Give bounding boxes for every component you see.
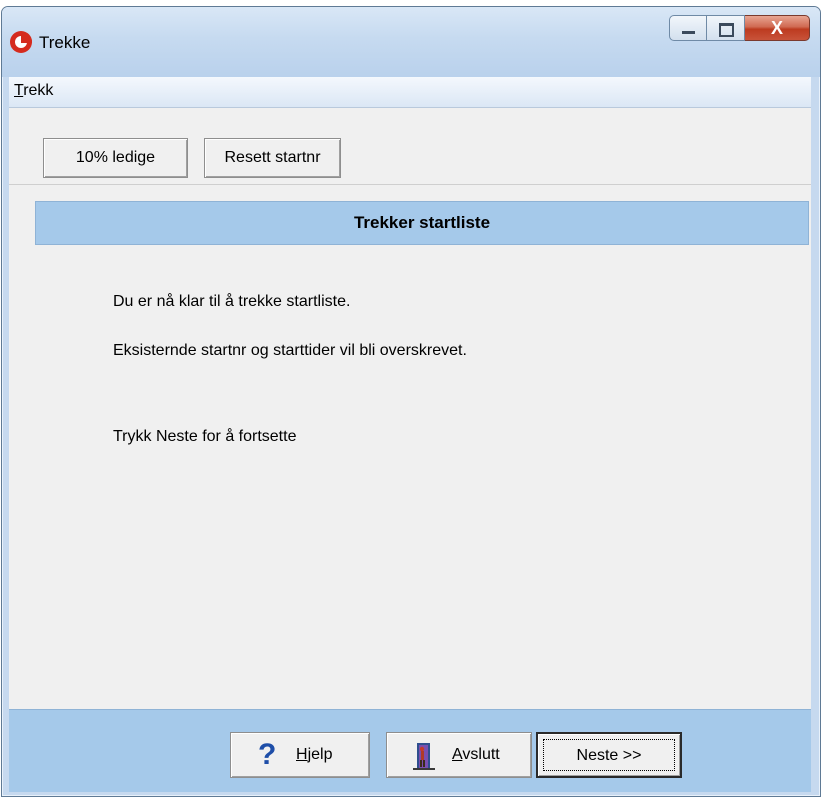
- continue-instruction: Trykk Neste for å fortsette: [113, 428, 297, 445]
- app-logo-icon: [10, 31, 32, 53]
- menu-trekk-accel: T: [14, 82, 24, 99]
- exit-button[interactable]: Avslutt: [386, 732, 532, 778]
- menu-trekk-label: rekk: [23, 82, 54, 99]
- maximize-button[interactable]: [707, 15, 745, 41]
- minimize-button[interactable]: [669, 15, 707, 41]
- toolbar: 10% ledige Resett startnr: [9, 108, 811, 185]
- help-button[interactable]: ? Hjelp: [230, 732, 370, 778]
- exit-door-icon: [413, 743, 435, 770]
- title-bar[interactable]: Trekke X: [2, 7, 820, 77]
- help-question-icon: ?: [258, 738, 277, 771]
- ten-percent-free-button[interactable]: 10% ledige: [43, 138, 188, 178]
- menu-trekk[interactable]: Trekk: [14, 82, 53, 100]
- exit-button-label: Avslutt: [452, 746, 500, 763]
- next-button-label: Neste >>: [576, 747, 642, 764]
- close-icon: X: [770, 18, 783, 38]
- wizard-panel: Trekker startliste Du er nå klar til å t…: [9, 185, 811, 709]
- close-button[interactable]: X: [745, 15, 810, 41]
- ready-message: Du er nå klar til å trekke startliste.: [113, 293, 351, 310]
- window-title: Trekke: [39, 33, 91, 52]
- panel-header: Trekker startliste: [35, 201, 809, 245]
- help-button-label: Hjelp: [296, 746, 333, 763]
- caption-buttons: X: [669, 15, 810, 41]
- next-button[interactable]: Neste >>: [536, 732, 682, 778]
- reset-startnr-button[interactable]: Resett startnr: [204, 138, 341, 178]
- minimize-icon: [682, 31, 695, 34]
- button-bar: ? Hjelp Avslutt Neste >>: [9, 709, 811, 792]
- maximize-icon: [719, 23, 734, 37]
- menu-bar: Trekk: [9, 77, 811, 108]
- window: Trekke X Trekk 10% ledige Resett startnr…: [1, 6, 821, 797]
- overwrite-warning: Eksisternde startnr og starttider vil bl…: [113, 342, 467, 359]
